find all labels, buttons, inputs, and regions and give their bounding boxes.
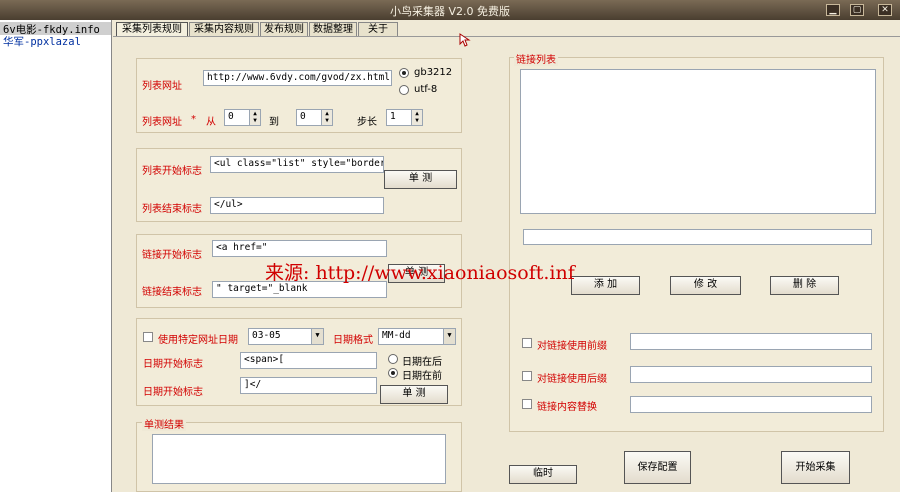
step-spin-icon[interactable]: ▲ ▼ — [411, 110, 422, 125]
encoding-utf8-label: utf-8 — [414, 84, 438, 95]
list-start-input[interactable]: <ul class="list" style="border:0 — [210, 156, 384, 173]
date-before-label: 日期在前 — [402, 371, 442, 382]
date-format-value: MM-dd — [382, 330, 411, 341]
to-label: 到 — [269, 117, 279, 128]
replace-checkbox[interactable] — [522, 399, 532, 409]
list-end-input[interactable]: </ul> — [210, 197, 384, 214]
window-title: 小鸟采集器 V2.0 免费版 — [389, 5, 510, 18]
link-edit-input[interactable] — [523, 229, 872, 245]
from-label: 从 — [206, 117, 216, 128]
delete-link-button[interactable]: 删 除 — [770, 276, 839, 295]
link-start-label: 链接开始标志 — [142, 250, 202, 261]
encoding-utf8-radio[interactable] — [399, 85, 409, 95]
test-result-title: 单测结果 — [142, 416, 186, 431]
chevron-down-icon[interactable]: ▼ — [443, 329, 455, 344]
date-test-button[interactable]: 单 测 — [380, 385, 448, 404]
replace-input[interactable] — [630, 396, 872, 413]
list-start-label: 列表开始标志 — [142, 166, 202, 177]
tab-content-rules[interactable]: 采集内容规则 — [189, 22, 259, 37]
list-url-label: 列表网址 — [142, 81, 182, 92]
date-select-value: 03-05 — [252, 330, 281, 341]
from-value: 0 — [228, 111, 234, 122]
list-end-label: 列表结束标志 — [142, 204, 202, 215]
use-date-label: 使用特定网址日期 — [158, 335, 238, 346]
start-collect-button[interactable]: 开始采集 — [781, 451, 850, 484]
required-mark: * — [191, 114, 196, 125]
link-listbox[interactable] — [520, 69, 876, 214]
step-stepper[interactable]: 1 ▲ ▼ — [386, 109, 423, 126]
add-link-button[interactable]: 添 加 — [571, 276, 640, 295]
temp-button[interactable]: 临时 — [509, 465, 577, 484]
list-url-input[interactable]: http://www.6vdy.com/gvod/zx.html — [203, 70, 392, 86]
date-end-input[interactable]: ]</ — [240, 377, 377, 394]
tab-about[interactable]: 关于 — [358, 22, 398, 37]
link-end-label: 链接结束标志 — [142, 287, 202, 298]
sidebar-item-huajun[interactable]: 华军-ppxlazal — [3, 34, 81, 48]
to-value: 0 — [300, 111, 306, 122]
use-date-checkbox[interactable] — [143, 332, 153, 342]
minimize-button[interactable]: ▁ — [826, 4, 840, 16]
link-start-input[interactable]: <a href=" — [212, 240, 387, 257]
suffix-label: 对链接使用后缀 — [537, 374, 607, 385]
save-config-button[interactable]: 保存配置 — [624, 451, 691, 484]
encoding-gb3212-label: gb3212 — [414, 67, 453, 78]
to-spin-icon[interactable]: ▲ ▼ — [321, 110, 332, 125]
date-start-label: 日期开始标志 — [143, 359, 203, 370]
date-end-label: 日期开始标志 — [143, 387, 203, 398]
date-format-label: 日期格式 — [333, 335, 373, 346]
mouse-cursor-icon — [459, 33, 471, 47]
step-value: 1 — [390, 111, 396, 122]
step-label: 步长 — [357, 117, 377, 128]
tab-data-cleanup[interactable]: 数据整理 — [309, 22, 357, 37]
modify-link-button[interactable]: 修 改 — [670, 276, 741, 295]
tab-list-rules[interactable]: 采集列表规则 — [116, 22, 188, 37]
link-list-title: 链接列表 — [514, 51, 558, 66]
suffix-input[interactable] — [630, 366, 872, 383]
from-stepper[interactable]: 0 ▲ ▼ — [224, 109, 261, 126]
replace-label: 链接内容替换 — [537, 402, 597, 413]
date-after-label: 日期在后 — [402, 357, 442, 368]
test-result-textarea[interactable] — [152, 434, 446, 484]
rule-list-sidebar: 6v电影-fkdy.info 华军-ppxlazal — [0, 20, 112, 492]
tab-publish-rules[interactable]: 发布规则 — [260, 22, 308, 37]
watermark-text: 来源: http://www.xiaoniaosoft.inf — [265, 262, 575, 284]
chevron-down-icon[interactable]: ▼ — [311, 329, 323, 344]
suffix-checkbox[interactable] — [522, 371, 532, 381]
to-stepper[interactable]: 0 ▲ ▼ — [296, 109, 333, 126]
close-button[interactable]: ✕ — [878, 4, 892, 16]
date-before-radio[interactable] — [388, 368, 398, 378]
from-spin-icon[interactable]: ▲ ▼ — [249, 110, 260, 125]
list-range-label: 列表网址 — [142, 117, 182, 128]
prefix-input[interactable] — [630, 333, 872, 350]
date-select[interactable]: 03-05 ▼ — [248, 328, 324, 345]
title-bar: 小鸟采集器 V2.0 免费版 ▁ ▢ ✕ — [0, 0, 900, 20]
date-after-radio[interactable] — [388, 354, 398, 364]
prefix-label: 对链接使用前缀 — [537, 341, 607, 352]
prefix-checkbox[interactable] — [522, 338, 532, 348]
date-format-select[interactable]: MM-dd ▼ — [378, 328, 456, 345]
maximize-button[interactable]: ▢ — [850, 4, 864, 16]
list-test-button[interactable]: 单 测 — [384, 170, 457, 189]
encoding-gb3212-radio[interactable] — [399, 68, 409, 78]
date-start-input[interactable]: <span>[ — [240, 352, 377, 369]
